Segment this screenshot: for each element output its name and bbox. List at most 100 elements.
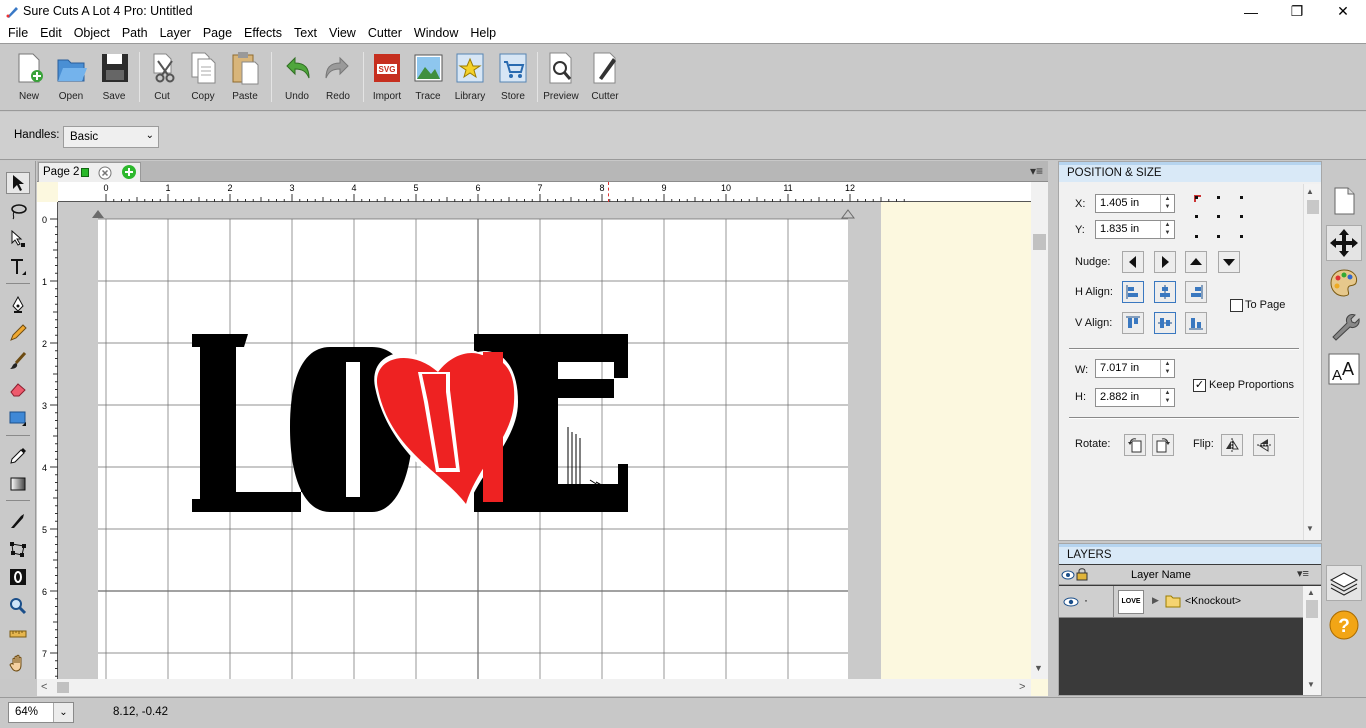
flip-horizontal-button[interactable] — [1221, 434, 1243, 456]
eyedropper-tool[interactable] — [6, 445, 30, 467]
brush-tool[interactable] — [6, 350, 30, 372]
nudge-right-button[interactable] — [1154, 251, 1176, 273]
height-field[interactable]: 2.882 in ▲ ▼ — [1095, 388, 1175, 407]
text-tool[interactable] — [6, 256, 30, 278]
trace-button[interactable]: Trace — [408, 50, 448, 108]
rotate-right-button[interactable] — [1152, 434, 1174, 456]
menu-effects[interactable]: Effects — [238, 23, 288, 43]
menu-edit[interactable]: Edit — [34, 23, 68, 43]
menu-page[interactable]: Page — [197, 23, 238, 43]
lasso-tool[interactable] — [6, 200, 30, 222]
cutting-mat[interactable] — [58, 202, 1031, 679]
x-stepper-icon[interactable]: ▲ ▼ — [1160, 195, 1174, 212]
y-stepper-icon[interactable]: ▲ ▼ — [1160, 221, 1174, 238]
menu-window[interactable]: Window — [408, 23, 464, 43]
layers-panel-button[interactable] — [1326, 565, 1362, 601]
save-button[interactable]: Save — [94, 50, 134, 108]
align-left-button[interactable] — [1122, 281, 1144, 303]
menu-path[interactable]: Path — [116, 23, 154, 43]
align-bottom-button[interactable] — [1185, 312, 1207, 334]
layer-row[interactable]: · LOVE ▶ <Knockout> — [1059, 586, 1303, 618]
nudge-up-button[interactable] — [1185, 251, 1207, 273]
undo-button[interactable]: Undo — [277, 50, 317, 108]
vertical-scroll-thumb[interactable] — [1033, 234, 1046, 250]
pen-tool[interactable] — [6, 294, 30, 316]
copy-button[interactable]: Copy — [183, 50, 223, 108]
scroll-right-icon[interactable]: > — [1019, 681, 1025, 693]
import-button[interactable]: SVG Import — [367, 50, 407, 108]
expand-arrow-icon[interactable]: ▶ — [1152, 595, 1159, 606]
align-top-button[interactable] — [1122, 312, 1144, 334]
open-button[interactable]: Open — [51, 50, 91, 108]
page-menu-icon[interactable]: ▾≡ — [1030, 164, 1043, 178]
color-panel-button[interactable] — [1326, 265, 1362, 301]
keep-proportions-checkbox[interactable]: ✓ — [1193, 379, 1206, 392]
eye-visibility-icon[interactable] — [1061, 568, 1075, 582]
gradient-tool[interactable] — [6, 473, 30, 495]
menu-help[interactable]: Help — [464, 23, 502, 43]
layers-menu-icon[interactable]: ▾≡ — [1297, 567, 1309, 580]
cutter-button[interactable]: Cutter — [585, 50, 625, 108]
eraser-tool[interactable] — [6, 378, 30, 400]
width-stepper-icon[interactable]: ▲ ▼ — [1160, 360, 1174, 377]
nudge-left-button[interactable] — [1122, 251, 1144, 273]
store-button[interactable]: Store — [493, 50, 533, 108]
panel-scroll-thumb[interactable] — [1307, 200, 1319, 214]
menu-cutter[interactable]: Cutter — [362, 23, 408, 43]
menu-view[interactable]: View — [323, 23, 362, 43]
layer-lock-state[interactable]: · — [1084, 593, 1088, 607]
redo-button[interactable]: Redo — [318, 50, 358, 108]
maximize-button[interactable]: ❐ — [1274, 0, 1320, 23]
help-button[interactable]: ? — [1326, 607, 1362, 643]
position-panel-button[interactable] — [1326, 225, 1362, 261]
add-page-icon[interactable] — [121, 164, 137, 180]
close-tab-icon[interactable] — [98, 166, 112, 180]
align-right-button[interactable] — [1185, 281, 1207, 303]
horizontal-scroll-thumb[interactable] — [57, 682, 69, 693]
node-edit-tool[interactable] — [6, 228, 30, 250]
lock-icon[interactable] — [1076, 567, 1088, 581]
transform-tool[interactable] — [6, 538, 30, 560]
menu-object[interactable]: Object — [68, 23, 116, 43]
select-tool[interactable] — [6, 172, 30, 194]
page-tab[interactable]: Page 2 — [38, 162, 141, 182]
weld-tool[interactable] — [6, 566, 30, 588]
panel-scrollbar[interactable]: ▲ ▼ — [1303, 184, 1321, 540]
height-stepper-icon[interactable]: ▲ ▼ — [1160, 389, 1174, 406]
layer-eye-icon[interactable] — [1063, 595, 1079, 609]
scroll-left-icon[interactable]: < — [41, 681, 47, 693]
menu-file[interactable]: File — [2, 23, 34, 43]
y-field[interactable]: 1.835 in ▲ ▼ — [1095, 220, 1175, 239]
layers-scrollbar[interactable]: ▲ ▼ — [1303, 586, 1321, 695]
pencil-tool[interactable] — [6, 322, 30, 344]
shape-tool[interactable] — [6, 407, 30, 429]
align-middle-button[interactable] — [1154, 312, 1176, 334]
handles-dropdown[interactable]: Basic ⌄ — [63, 126, 159, 148]
menu-layer[interactable]: Layer — [154, 23, 197, 43]
to-page-checkbox[interactable] — [1230, 299, 1243, 312]
paste-button[interactable]: Paste — [225, 50, 265, 108]
flip-vertical-button[interactable] — [1253, 434, 1275, 456]
nudge-down-button[interactable] — [1218, 251, 1240, 273]
layers-scroll-thumb[interactable] — [1306, 600, 1318, 618]
align-center-button[interactable] — [1154, 281, 1176, 303]
pan-tool[interactable] — [6, 652, 30, 674]
menu-text[interactable]: Text — [288, 23, 323, 43]
scroll-up-icon[interactable]: ▲ — [1307, 588, 1315, 597]
reference-point-selector[interactable] — [1193, 194, 1245, 240]
library-button[interactable]: Library — [450, 50, 490, 108]
cut-button[interactable]: Cut — [142, 50, 182, 108]
width-field[interactable]: 7.017 in ▲ ▼ — [1095, 359, 1175, 378]
rotate-left-button[interactable] — [1124, 434, 1146, 456]
zoom-tool[interactable] — [6, 595, 30, 617]
vertical-scrollbar[interactable]: ▼ — [1031, 182, 1048, 679]
close-button[interactable]: ✕ — [1320, 0, 1366, 23]
text-panel-button[interactable]: AA — [1326, 351, 1362, 387]
new-button[interactable]: New — [9, 50, 49, 108]
scroll-down-icon[interactable]: ▼ — [1307, 680, 1315, 689]
horizontal-scrollbar[interactable]: < > — [37, 679, 1031, 696]
knife-tool[interactable] — [6, 510, 30, 532]
minimize-button[interactable]: — — [1228, 0, 1274, 23]
zoom-dropdown[interactable]: 64% ⌄ — [8, 702, 74, 723]
preview-button[interactable]: Preview — [541, 50, 581, 108]
